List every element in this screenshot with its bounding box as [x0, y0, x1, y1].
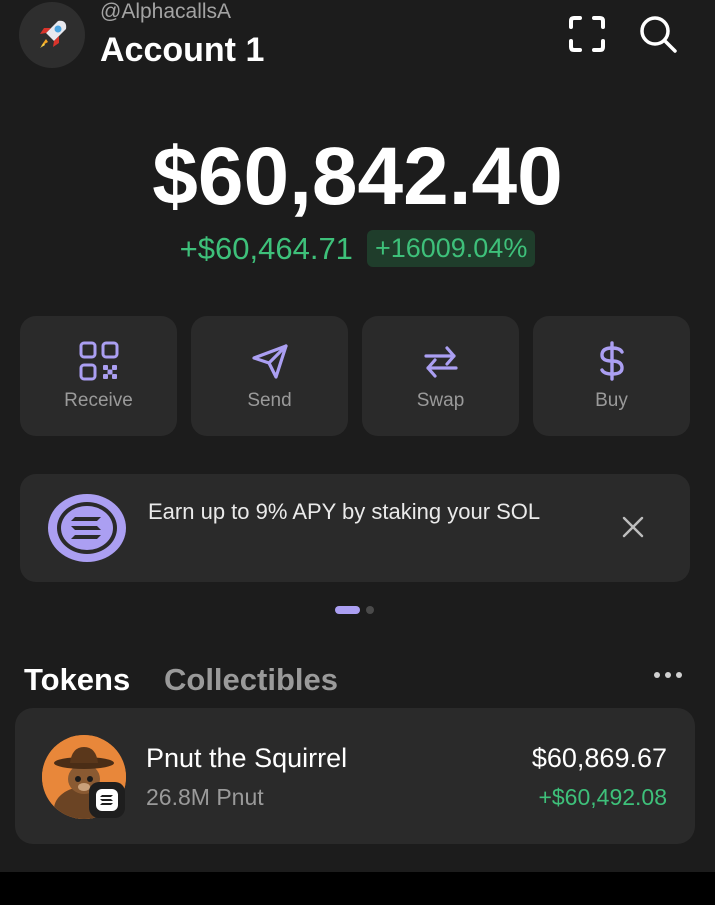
token-change: +$60,492.08 [538, 784, 667, 810]
tab-collectibles[interactable]: Collectibles [164, 662, 338, 698]
token-value: $60,869.67 [531, 743, 667, 773]
action-bar: Receive Send Swap Buy [20, 316, 690, 436]
total-balance: $60,842.40 [152, 131, 563, 222]
close-icon[interactable] [620, 514, 646, 540]
send-button[interactable]: Send [191, 316, 348, 436]
dollar-icon [599, 341, 624, 381]
paper-plane-icon [251, 344, 288, 379]
account-handle: @AlphacallsA [100, 0, 232, 23]
qr-code-icon [79, 341, 118, 381]
pager-dot[interactable] [366, 606, 374, 614]
buy-label: Buy [595, 390, 628, 411]
account-avatar[interactable] [19, 2, 85, 68]
token-amount: 26.8M Pnut [146, 784, 264, 810]
balance-change-usd: +$60,464.71 [179, 230, 353, 266]
swap-label: Swap [416, 390, 465, 411]
scan-icon[interactable] [568, 15, 606, 53]
search-icon[interactable] [638, 14, 678, 54]
receive-label: Receive [64, 390, 133, 411]
banner-pager [335, 606, 374, 614]
wallet-screen: @AlphacallsA Account 1 $60,842.40 +$60,4… [0, 0, 715, 872]
solana-chain-badge [89, 782, 125, 818]
solana-icon [48, 494, 126, 562]
swap-button[interactable]: Swap [362, 316, 519, 436]
solana-icon [96, 789, 118, 811]
account-name[interactable]: Account 1 [100, 31, 264, 70]
buy-button[interactable]: Buy [533, 316, 690, 436]
staking-banner-text: Earn up to 9% APY by staking your SOL [148, 499, 541, 524]
send-label: Send [247, 390, 292, 411]
rocket-icon [40, 20, 67, 48]
tab-tokens[interactable]: Tokens [24, 662, 130, 698]
balance-change-row: +$60,464.71 +16009.04% [0, 230, 715, 267]
balance-change-percent: +16009.04% [366, 230, 536, 267]
swap-arrows-icon [423, 346, 458, 378]
token-name: Pnut the Squirrel [146, 743, 348, 773]
more-options-icon[interactable] [654, 672, 682, 678]
token-row[interactable]: Pnut the Squirrel 26.8M Pnut $60,869.67 … [15, 708, 695, 844]
receive-button[interactable]: Receive [20, 316, 177, 436]
pager-dot-active[interactable] [335, 606, 360, 614]
staking-banner[interactable]: Earn up to 9% APY by staking your SOL [20, 474, 690, 582]
